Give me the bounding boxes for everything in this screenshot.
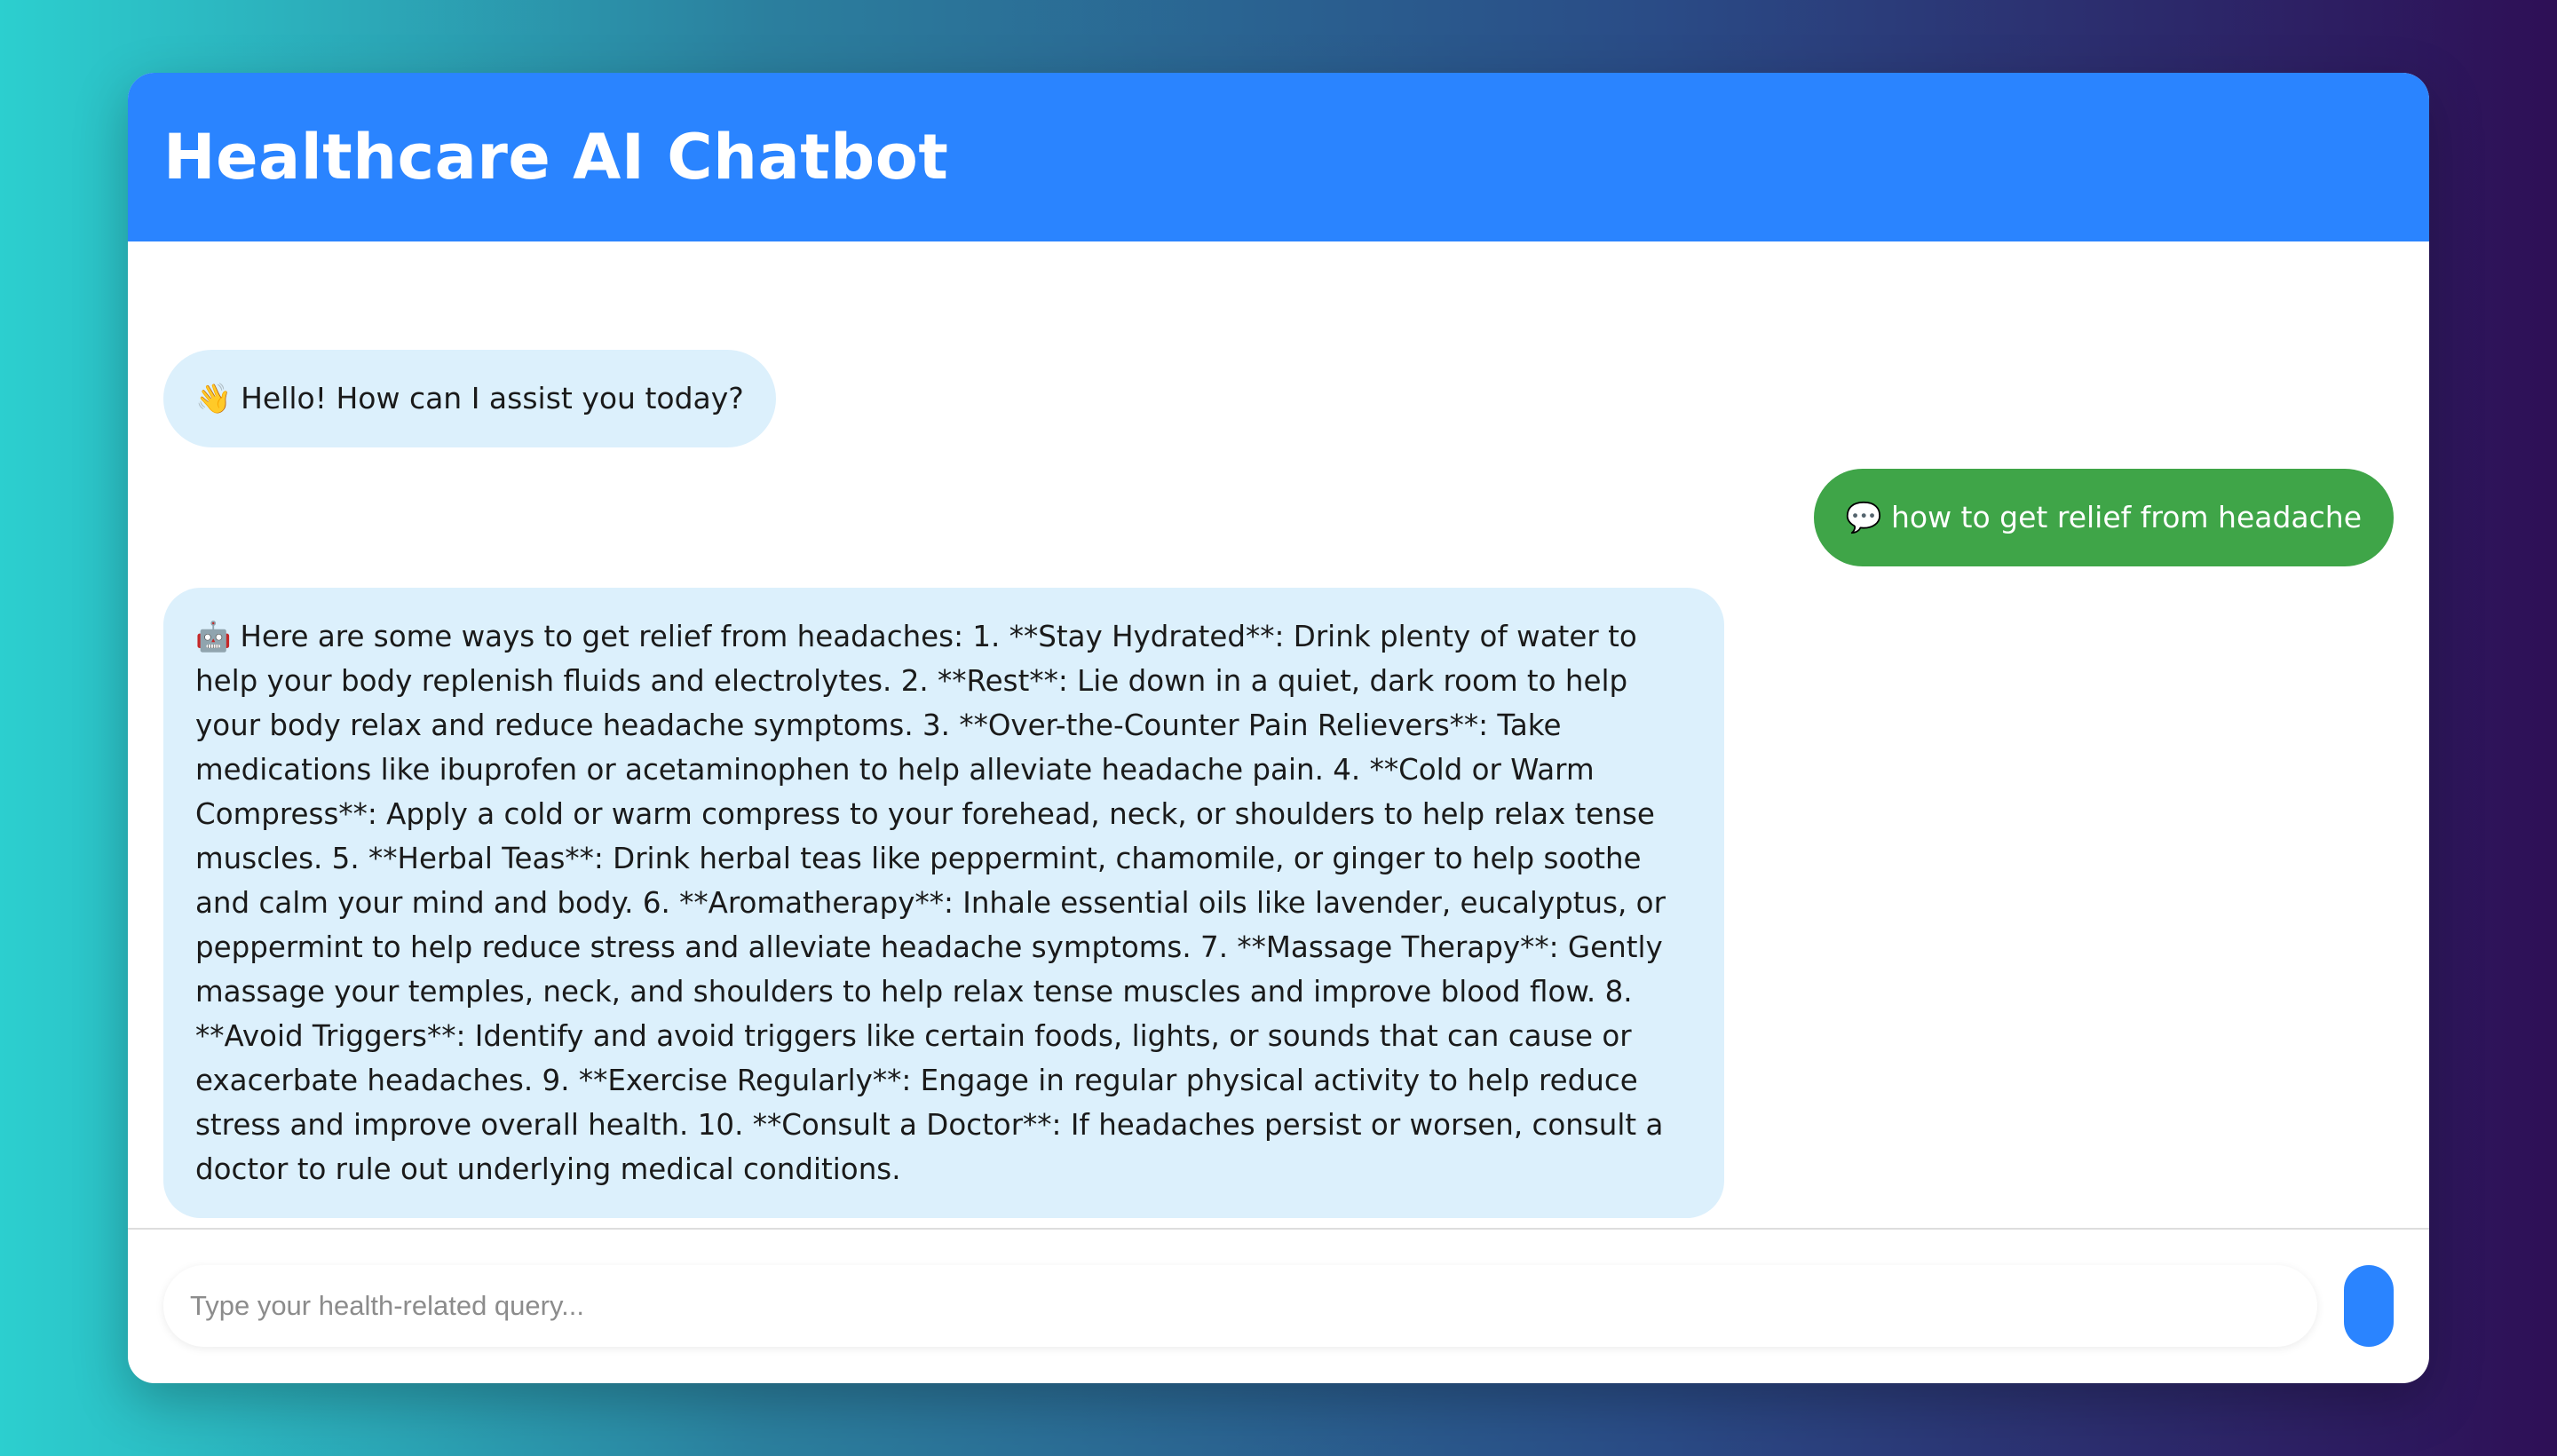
waving-hand-icon: 👋: [195, 381, 233, 415]
robot-icon: 🤖: [195, 620, 232, 653]
chat-window: Healthcare AI Chatbot 👋 Hello! How can I …: [128, 73, 2429, 1383]
page-title: Healthcare AI Chatbot: [163, 121, 949, 194]
bot-message: 🤖 Here are some ways to get relief from h…: [163, 588, 1724, 1218]
message-text: how to get relief from headache: [1890, 500, 2362, 534]
message-text: Hello! How can I assist you today?: [241, 381, 744, 415]
message-list[interactable]: 👋 Hello! How can I assist you today? 💬 how…: [128, 241, 2429, 1302]
message-text: Here are some ways to get relief from he…: [195, 620, 1666, 1186]
query-input[interactable]: [163, 1265, 2317, 1347]
bot-message: 👋 Hello! How can I assist you today?: [163, 350, 776, 447]
send-button[interactable]: [2344, 1265, 2394, 1347]
chat-header: Healthcare AI Chatbot: [128, 73, 2429, 241]
user-message: 💬 how to get relief from headache: [1813, 469, 2394, 566]
input-bar: [128, 1230, 2429, 1383]
speech-bubble-icon: 💬: [1845, 500, 1882, 534]
